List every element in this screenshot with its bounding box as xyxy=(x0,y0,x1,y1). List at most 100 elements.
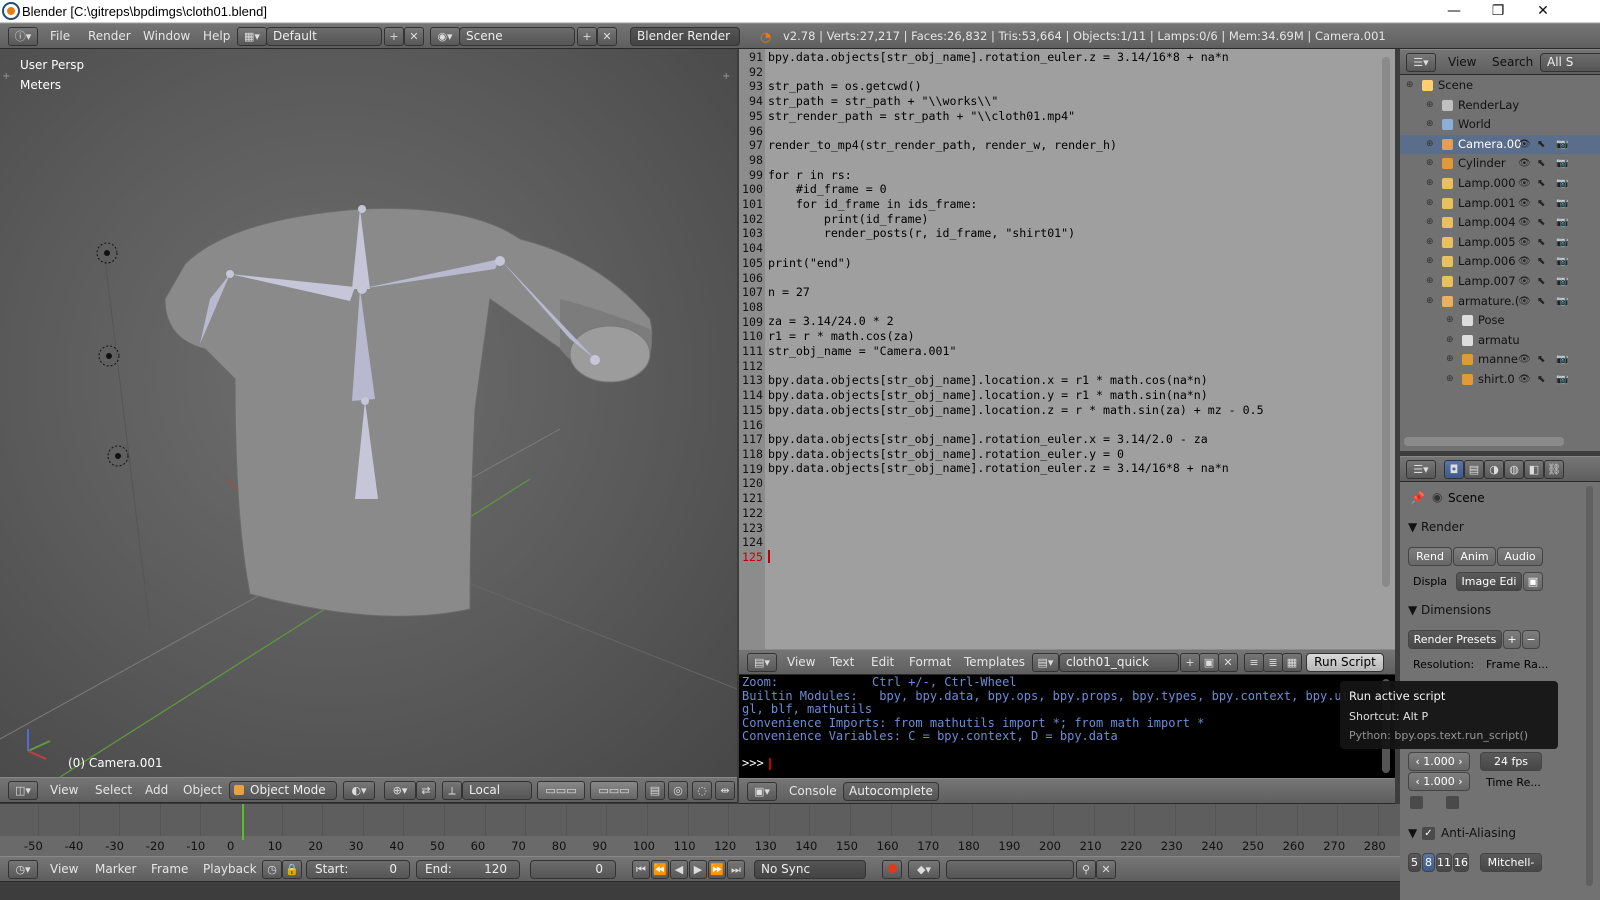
menu-help[interactable]: Help xyxy=(203,29,230,43)
maximize-button[interactable]: ❐ xyxy=(1476,0,1520,23)
render-context-icon[interactable]: ◘ xyxy=(1444,460,1464,479)
expand-icon[interactable]: ⊕ xyxy=(1426,174,1434,193)
delete-keyframe-icon[interactable]: ✕ xyxy=(1096,860,1116,879)
border-checkbox[interactable] xyxy=(1410,796,1423,809)
outliner-display-mode[interactable]: All S xyxy=(1540,53,1600,72)
view3d-menu-view[interactable]: View xyxy=(50,783,78,797)
visibility-icon[interactable]: 👁 xyxy=(1518,370,1531,389)
console-editor-type-icon[interactable]: ▣▾ xyxy=(747,782,777,801)
viewport-corner-icon[interactable]: + xyxy=(722,71,730,82)
layers-grid-2[interactable]: ▭▭▭ xyxy=(590,781,638,800)
selectability-icon[interactable]: ⬉ xyxy=(1537,213,1545,232)
add-screen-icon[interactable]: + xyxy=(384,27,404,46)
insert-keyframe-icon[interactable]: ⚲ xyxy=(1076,860,1096,879)
visibility-icon[interactable]: 👁 xyxy=(1518,272,1531,291)
outliner-item[interactable]: ⊕ Camera.00 👁 ⬉ 📷 xyxy=(1400,134,1600,154)
keying-set-field[interactable] xyxy=(946,860,1074,879)
text-browse-icon[interactable]: ▤▾ xyxy=(1032,653,1059,672)
properties-editor-type-icon[interactable]: ☰▾ xyxy=(1406,460,1436,479)
record-keyframes-icon[interactable] xyxy=(882,860,902,879)
visibility-icon[interactable]: 👁 xyxy=(1518,252,1531,271)
visibility-icon[interactable]: 👁 xyxy=(1518,292,1531,311)
orientation-select[interactable]: Local xyxy=(462,781,532,800)
antialiasing-section-header[interactable]: ▼ ✓ Anti-Aliasing xyxy=(1408,826,1516,840)
object-context-icon[interactable]: ◧ xyxy=(1524,460,1544,479)
visibility-icon[interactable]: 👁 xyxy=(1518,174,1531,193)
remove-preset-icon[interactable]: − xyxy=(1522,630,1540,649)
render-presets-select[interactable]: Render Presets xyxy=(1408,630,1502,649)
scene-context-icon[interactable]: ◑ xyxy=(1484,460,1504,479)
selectability-icon[interactable]: ⬉ xyxy=(1537,174,1545,193)
view3d-menu-select[interactable]: Select xyxy=(95,783,132,797)
render-preview-icon[interactable]: ⇹ xyxy=(715,781,735,800)
expand-icon[interactable]: ⊕ xyxy=(1426,154,1434,173)
outliner-item[interactable]: ⊕ armature.(👁 ⬉ 📷 xyxy=(1400,292,1600,311)
outliner[interactable]: ☰▾ View Search All S ⊕ Scene ⊕ RenderLay ⊕ Wo… xyxy=(1400,49,1600,451)
outliner-item[interactable]: ⊕ armatu xyxy=(1400,331,1600,350)
outliner-item[interactable]: ⊕ Scene xyxy=(1400,76,1600,95)
expand-icon[interactable]: ⊕ xyxy=(1426,115,1434,134)
text-menu-format[interactable]: Format xyxy=(909,655,951,669)
expand-icon[interactable]: ⊕ xyxy=(1426,233,1434,252)
text-name-field[interactable]: cloth01_quick xyxy=(1059,653,1179,672)
word-wrap-toggle-icon[interactable]: ≣ xyxy=(1263,653,1283,672)
selectability-icon[interactable]: ⬉ xyxy=(1537,233,1545,252)
text-editor[interactable]: 91 92 93 94 95 96 97 98 99 100 101 102 103 104 105 106 1… xyxy=(739,49,1395,649)
text-menu-edit[interactable]: Edit xyxy=(871,655,894,669)
autocomplete-button[interactable]: Autocomplete xyxy=(843,782,939,801)
outliner-scrollbar[interactable] xyxy=(1404,437,1564,446)
aa-samples-8[interactable]: 8 xyxy=(1422,853,1435,872)
outliner-item[interactable]: ⊕ Lamp.006 👁 ⬉ 📷 xyxy=(1400,252,1600,271)
object-mode-select[interactable]: Object Mode xyxy=(229,781,337,800)
renderability-icon[interactable]: 📷 xyxy=(1556,135,1568,154)
expand-icon[interactable]: ⊕ xyxy=(1426,272,1434,291)
viewport-shading-icon[interactable]: ◐▾ xyxy=(343,781,375,800)
timeline-playhead[interactable] xyxy=(242,804,244,840)
world-context-icon[interactable]: ◍ xyxy=(1504,460,1524,479)
text-editor-type-icon[interactable]: ▤▾ xyxy=(747,653,777,672)
expand-icon[interactable]: ⊕ xyxy=(1426,213,1434,232)
selectability-icon[interactable]: ⬉ xyxy=(1537,292,1545,311)
expand-icon[interactable]: ⊕ xyxy=(1426,292,1434,311)
jump-keyframe-forward-icon[interactable]: ⏩ xyxy=(708,860,726,879)
outliner-item[interactable]: ⊕ Lamp.004 👁 ⬉ 📷 xyxy=(1400,213,1600,232)
selectability-icon[interactable]: ⬉ xyxy=(1537,154,1545,173)
timeline[interactable]: -50 -40 -30 -20 -10 0 10 20 30 40 50 60 70 80 90 100 110… xyxy=(0,804,1400,856)
jump-end-icon[interactable]: ⏭ xyxy=(727,860,745,879)
aa-samples-11[interactable]: 11 xyxy=(1436,853,1452,872)
start-frame-field[interactable]: Start: 0 xyxy=(306,860,410,879)
timeline-menu-playback[interactable]: Playback xyxy=(203,862,257,876)
expand-icon[interactable]: ⊕ xyxy=(1426,135,1434,154)
renderability-icon[interactable]: 📷 xyxy=(1556,174,1568,193)
render-animation-button[interactable]: Anim xyxy=(1453,547,1496,566)
timeline-editor-type-icon[interactable]: ◷▾ xyxy=(8,860,38,879)
snap-icon[interactable]: ◌ xyxy=(692,781,712,800)
outliner-item[interactable]: ⊕ RenderLay xyxy=(1400,96,1600,115)
visibility-icon[interactable]: 👁 xyxy=(1518,135,1531,154)
outliner-item[interactable]: ⊕ shirt.0 👁 ⬉ 📷 xyxy=(1400,370,1600,389)
selectability-icon[interactable]: ⬉ xyxy=(1537,194,1545,213)
outliner-item[interactable]: ⊕ Lamp.005 👁 ⬉ 📷 xyxy=(1400,233,1600,252)
end-frame-field[interactable]: End: 120 xyxy=(416,860,520,879)
selectability-icon[interactable]: ⬉ xyxy=(1537,135,1545,154)
run-script-button[interactable]: Run Script xyxy=(1306,653,1384,672)
selectability-icon[interactable]: ⬉ xyxy=(1537,272,1545,291)
line-numbers-toggle-icon[interactable]: ≡ xyxy=(1244,653,1264,672)
expand-icon[interactable]: ⊕ xyxy=(1426,96,1434,115)
outliner-item[interactable]: ⊕ Cylinder 👁 ⬉ 📷 xyxy=(1400,154,1600,173)
selectability-icon[interactable]: ⬉ xyxy=(1537,252,1545,271)
python-console[interactable]: Zoom: Ctrl +/-, Ctrl-Wheel Builtin Module… xyxy=(739,675,1395,778)
text-menu-text[interactable]: Text xyxy=(830,655,854,669)
toolshelf-toggle-icon[interactable]: + xyxy=(2,71,10,82)
crop-checkbox[interactable] xyxy=(1446,796,1459,809)
play-icon[interactable]: ▶ xyxy=(689,860,707,879)
visibility-icon[interactable]: 👁 xyxy=(1518,233,1531,252)
renderability-icon[interactable]: 📷 xyxy=(1556,252,1568,271)
unlink-text-icon[interactable]: ✕ xyxy=(1218,653,1238,672)
pin-icon[interactable]: 📌 xyxy=(1410,491,1425,505)
editor-scrollbar[interactable] xyxy=(1382,57,1390,587)
proportional-edit-icon[interactable]: ◎ xyxy=(668,781,688,800)
timeline-menu-marker[interactable]: Marker xyxy=(95,862,136,876)
properties-scrollbar[interactable] xyxy=(1586,486,1593,886)
use-preview-range-icon[interactable]: ◷ xyxy=(262,860,282,879)
